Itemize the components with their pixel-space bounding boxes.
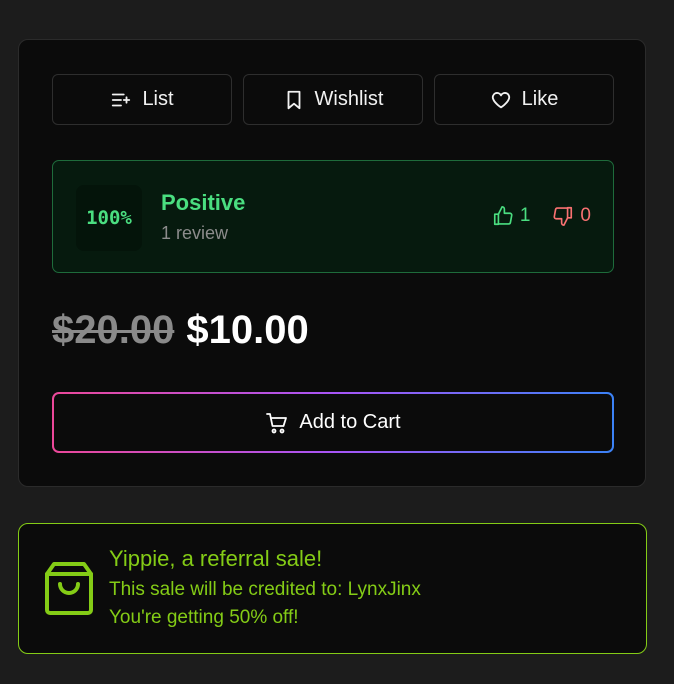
wishlist-button[interactable]: Wishlist	[243, 74, 423, 125]
cart-icon	[266, 412, 288, 433]
review-count: 1 review	[161, 223, 229, 243]
list-button[interactable]: List	[52, 74, 232, 125]
sale-price: $10.00	[186, 308, 309, 352]
product-card: List Wishlist Like 100% Positive 1 revie…	[18, 39, 646, 487]
downvote-button[interactable]: 0	[552, 205, 591, 227]
rating-label: Positive	[161, 190, 246, 215]
like-label: Like	[521, 88, 559, 110]
thumbs-up-icon	[493, 206, 513, 226]
shopping-bag-icon	[45, 562, 93, 615]
upvote-count: 1	[519, 205, 531, 226]
downvote-count: 0	[580, 205, 591, 226]
upvote-button[interactable]: 1	[492, 205, 531, 227]
add-to-cart-label: Add to Cart	[299, 411, 401, 433]
like-button[interactable]: Like	[434, 74, 614, 125]
review-summary: 100% Positive 1 review 1 0	[52, 160, 614, 273]
heart-icon	[491, 91, 510, 108]
referral-credit: This sale will be credited to: LynxJinx	[109, 579, 421, 600]
wishlist-label: Wishlist	[314, 88, 384, 110]
list-label: List	[142, 88, 174, 110]
add-to-cart-button[interactable]: Add to Cart	[52, 392, 614, 453]
referral-banner: Yippie, a referral sale! This sale will …	[18, 523, 647, 654]
vote-controls: 1 0	[492, 205, 591, 227]
list-add-icon	[112, 93, 131, 106]
review-score: 100%	[76, 185, 142, 251]
action-bar: List Wishlist Like	[52, 74, 614, 125]
add-to-cart-inner: Add to Cart	[54, 394, 612, 451]
original-price: $20.00	[52, 308, 175, 352]
bookmark-icon	[287, 90, 300, 109]
price-block: $20.00 $10.00	[52, 308, 309, 353]
referral-discount: You're getting 50% off!	[109, 607, 299, 628]
thumbs-down-icon	[553, 206, 573, 226]
referral-title: Yippie, a referral sale!	[109, 546, 323, 571]
